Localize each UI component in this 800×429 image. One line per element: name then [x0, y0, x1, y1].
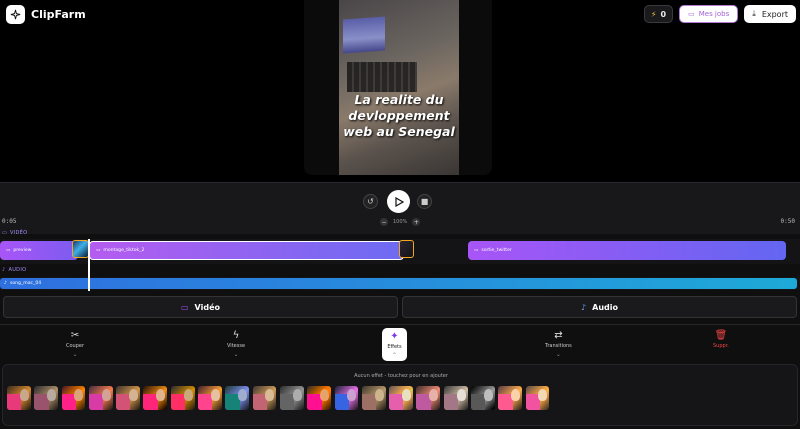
- sparkles-icon: ✦: [390, 330, 399, 342]
- effect-thumbnail[interactable]: [361, 386, 386, 410]
- effect-thumbnail[interactable]: [471, 386, 495, 410]
- stop-icon[interactable]: ■: [417, 194, 432, 209]
- effect-thumbnail[interactable]: [252, 386, 277, 410]
- credits-count: 0: [660, 9, 667, 19]
- video-caption: La realite du devloppement web au Senega…: [343, 92, 455, 139]
- video-clip-montage[interactable]: ▭ montage_tiktok_2: [89, 241, 404, 260]
- music-note-icon: ♪: [2, 267, 6, 273]
- clip-thumbnail-start[interactable]: [72, 240, 89, 258]
- clip-trim-handle[interactable]: [399, 240, 414, 258]
- restart-icon[interactable]: ↺: [363, 194, 378, 209]
- clip-camera-icon: ▭: [96, 248, 101, 253]
- play-button[interactable]: [387, 190, 410, 213]
- effect-thumbnail[interactable]: [88, 386, 113, 410]
- video-clip-preview[interactable]: ▭ preview: [0, 241, 78, 260]
- scissors-icon: ✂: [70, 330, 80, 341]
- clip-camera-icon: ▭: [474, 248, 479, 253]
- tab-video-label: Vidéo: [194, 302, 220, 312]
- playback-controls: ↺ ■: [0, 182, 800, 234]
- delete-label: Suppr.: [713, 343, 729, 349]
- zoom-control: − 100% +: [380, 218, 421, 226]
- effect-thumbnail[interactable]: [307, 386, 332, 410]
- timeline-start-time: 0:05: [2, 218, 17, 225]
- trash-icon: 🗑: [714, 330, 728, 341]
- zoom-in-icon[interactable]: +: [412, 218, 421, 226]
- effects-list: [7, 386, 550, 410]
- clip-label: preview: [13, 248, 32, 253]
- effect-thumbnail[interactable]: [61, 386, 86, 410]
- chevron-down-icon: ⌄: [555, 351, 561, 358]
- video-track-title: VIDÉO: [10, 230, 28, 236]
- transitions-label: Transitions: [545, 343, 572, 349]
- zoom-level: 100%: [393, 219, 408, 225]
- effect-thumbnail[interactable]: [143, 386, 168, 410]
- effect-thumbnail[interactable]: [525, 386, 550, 410]
- effect-thumbnail[interactable]: [334, 386, 359, 410]
- effect-thumbnail[interactable]: [7, 386, 31, 410]
- video-clip-sortie[interactable]: ▭ sortie_twitter: [468, 241, 786, 260]
- edit-toolbar: ✂ Couper ⌄ ϟ Vitesse ⌄ ✦ Effets ⌃ ⇄ Tran…: [0, 324, 800, 364]
- camera-icon: ▭: [2, 230, 8, 236]
- my-jobs-label: Mes jobs: [698, 10, 730, 18]
- app-logo-icon: [6, 4, 25, 24]
- export-button[interactable]: ⤓ Export: [744, 5, 796, 23]
- effects-tool[interactable]: ✦ Effets ⌃: [382, 328, 407, 361]
- effect-thumbnail[interactable]: [498, 386, 523, 410]
- audio-clip[interactable]: ♪ song_mac_04: [0, 278, 797, 289]
- music-note-icon: ♪: [581, 302, 587, 312]
- play-icon: [394, 196, 404, 207]
- delete-tool[interactable]: 🗑 Suppr.: [713, 330, 729, 349]
- effects-label: Effets: [387, 343, 402, 350]
- effect-thumbnail[interactable]: [225, 386, 250, 410]
- effect-thumbnail[interactable]: [416, 386, 441, 410]
- audio-clip-label: song_mac_04: [9, 281, 42, 286]
- keyboard: [347, 62, 417, 92]
- bolt-icon: ⚡: [650, 9, 657, 19]
- chevron-down-icon: ⌄: [72, 351, 78, 358]
- camera-icon: ▭: [180, 302, 189, 312]
- tab-video[interactable]: ▭ Vidéo: [3, 296, 398, 318]
- cut-tool[interactable]: ✂ Couper ⌄: [66, 330, 84, 358]
- my-jobs-button[interactable]: ▭ Mes jobs: [679, 5, 739, 23]
- clip-label: montage_tiktok_2: [103, 248, 145, 253]
- effect-thumbnail[interactable]: [170, 386, 195, 410]
- tab-audio[interactable]: ♪ Audio: [402, 296, 797, 318]
- video-track-label: ▭ VIDÉO: [2, 230, 27, 236]
- audio-track-title: AUDIO: [8, 267, 27, 273]
- effects-hint: Aucun effet - touchez pour en ajouter: [354, 373, 448, 379]
- tab-audio-label: Audio: [592, 302, 618, 312]
- swap-arrows-icon: ⇄: [554, 330, 563, 341]
- bolt-icon: ϟ: [232, 330, 240, 341]
- effect-thumbnail[interactable]: [116, 386, 140, 410]
- effect-thumbnail[interactable]: [389, 386, 413, 410]
- chevron-up-icon: ⌃: [391, 351, 398, 359]
- audio-track-label: ♪ AUDIO: [2, 267, 26, 273]
- app-title: ClipFarm: [31, 7, 86, 21]
- credits-badge[interactable]: ⚡ 0: [643, 5, 674, 23]
- download-icon: ⤓: [752, 9, 756, 18]
- music-note-icon: ♪: [4, 281, 7, 286]
- effect-thumbnail[interactable]: [443, 386, 468, 410]
- chevron-down-icon: ⌄: [233, 351, 239, 358]
- effects-panel: Aucun effet - touchez pour en ajouter: [2, 364, 798, 426]
- clip-label: sortie_twitter: [481, 248, 512, 253]
- export-label: Export: [761, 9, 788, 19]
- effect-thumbnail[interactable]: [279, 386, 304, 410]
- effect-thumbnail[interactable]: [198, 386, 222, 410]
- folder-icon: ▭: [688, 10, 695, 18]
- audio-track[interactable]: ♪ song_mac_04: [0, 277, 800, 290]
- timeline-end-time: 0:50: [780, 218, 795, 225]
- zoom-out-icon[interactable]: −: [380, 218, 388, 226]
- transitions-tool[interactable]: ⇄ Transitions ⌄: [545, 330, 572, 358]
- speed-tool[interactable]: ϟ Vitesse ⌄: [227, 330, 245, 358]
- clip-camera-icon: ▭: [6, 248, 11, 253]
- media-tabs: ▭ Vidéo ♪ Audio: [0, 296, 800, 318]
- playhead[interactable]: [88, 239, 90, 291]
- effect-thumbnail[interactable]: [34, 386, 59, 410]
- speed-label: Vitesse: [227, 343, 246, 349]
- app-header: ClipFarm ⚡ 0 ▭ Mes jobs ⤓ Export: [0, 0, 800, 28]
- cut-label: Couper: [66, 343, 85, 349]
